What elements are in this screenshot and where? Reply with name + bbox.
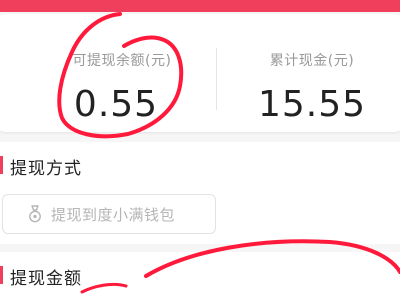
cumulative-cash-value: 15.55 xyxy=(257,84,367,125)
section-accent-bar xyxy=(0,156,3,174)
withdraw-to-wallet-option[interactable]: 提现到度小满钱包 xyxy=(2,194,216,234)
section-accent-bar xyxy=(0,266,3,284)
cumulative-cash: 累计现金(元) 15.55 xyxy=(224,14,400,132)
withdraw-method-section: 提现方式 提现到度小满钱包 xyxy=(0,142,400,244)
withdraw-amount-section: 提现金额 xyxy=(0,252,400,300)
withdrawable-balance-label: 可提现余额(元) xyxy=(72,53,172,69)
header-strip xyxy=(0,0,400,12)
balance-card: 可提现余额(元) 0.55 累计现金(元) 15.55 xyxy=(0,14,400,132)
withdraw-method-title: 提现方式 xyxy=(10,159,82,179)
withdraw-amount-title: 提现金额 xyxy=(10,269,82,289)
withdrawable-balance-value: 0.55 xyxy=(73,84,159,125)
wallet-icon xyxy=(25,204,45,224)
stats-divider xyxy=(216,48,217,110)
withdrawable-balance: 可提现余额(元) 0.55 xyxy=(0,14,216,132)
withdraw-to-wallet-label: 提现到度小满钱包 xyxy=(51,205,176,224)
cumulative-cash-label: 累计现金(元) xyxy=(269,53,355,69)
